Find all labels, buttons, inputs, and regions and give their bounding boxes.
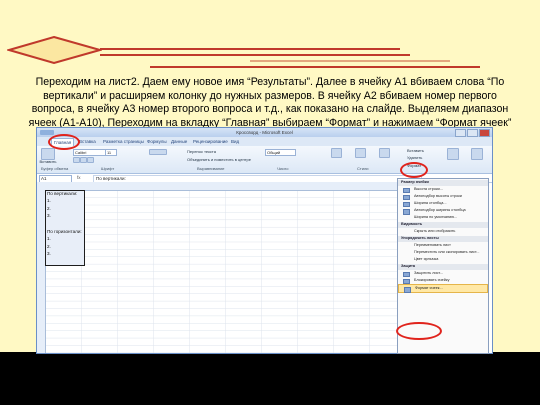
decorative-line [250, 60, 450, 62]
menu-item-default-width[interactable]: Ширина по умолчанию... [398, 214, 488, 221]
delete-button[interactable]: Удалить [407, 155, 422, 160]
paste-button[interactable]: Вставить [38, 159, 58, 164]
cell-a7[interactable]: 1. [47, 236, 51, 241]
close-icon[interactable] [479, 129, 490, 137]
window-title: Кроссворд - Microsoft Excel [236, 130, 293, 135]
align-icon[interactable] [149, 149, 167, 155]
font-name-select[interactable]: Calibri [73, 149, 106, 156]
minimize-icon[interactable] [455, 129, 466, 137]
format-cells-icon [404, 287, 411, 293]
find-select-icon[interactable] [471, 148, 483, 160]
caption-line: Переходим на лист2. Даем ему новое имя “… [35, 76, 505, 88]
cell-styles-icon[interactable] [379, 148, 390, 158]
menu-item-label: Скрыть или отобразить [414, 228, 456, 233]
maximize-icon[interactable] [467, 129, 478, 137]
cell-a1[interactable]: По вертикали: [47, 191, 77, 196]
menu-item-row-height[interactable]: Высота строки... [398, 186, 488, 194]
menu-item-autofit-row[interactable]: Автоподбор высоты строки [398, 193, 488, 201]
underline-icon[interactable] [87, 157, 94, 163]
tab-view[interactable]: Вид [229, 138, 241, 145]
menu-item-label: Автоподбор высоты строки [414, 193, 462, 198]
font-size-select[interactable]: 11 [105, 149, 117, 156]
menu-item-protect-sheet[interactable]: Защитить лист... [398, 270, 488, 278]
cell-a4[interactable]: 3. [47, 213, 51, 218]
menu-item-move-copy[interactable]: Переместить или скопировать лист... [398, 249, 488, 256]
group-label-clipboard: Буфер обмена [41, 166, 69, 171]
tab-insert[interactable]: Вставка [77, 138, 98, 145]
column-headers[interactable] [37, 182, 397, 191]
menu-item-lock-cell[interactable]: Блокировать ячейку [398, 277, 488, 285]
menu-item-label: Переименовать лист [414, 242, 451, 247]
menu-item-hide-show[interactable]: Скрыть или отобразить [398, 228, 488, 235]
cell-a6[interactable]: По горизонтали: [47, 229, 82, 234]
menu-item-label: Переместить или скопировать лист... [414, 249, 480, 254]
menu-item-label: Ширина столбца... [414, 200, 447, 205]
caption-line: вопроса, в ячейку А3 номер второго вопро… [31, 103, 509, 116]
diamond-decoration [7, 36, 102, 64]
selected-range[interactable] [45, 190, 85, 266]
group-label-number: Число [277, 166, 289, 171]
bold-icon[interactable] [73, 157, 80, 163]
cell-a9[interactable]: 3. [47, 251, 51, 256]
title-bar: Кроссворд - Microsoft Excel [37, 128, 492, 137]
highlight-home-tab [48, 134, 80, 150]
menu-item-label: Формат ячеек... [415, 286, 443, 291]
decorative-line [150, 66, 480, 68]
menu-item-label: Защитить лист... [414, 270, 443, 275]
group-label-styles: Стили [357, 166, 369, 171]
wrap-text-button[interactable]: Перенос текста [187, 149, 216, 154]
italic-icon[interactable] [80, 157, 87, 163]
group-label-font: Шрифт [101, 166, 115, 171]
tab-formulas[interactable]: Формулы [145, 138, 169, 145]
highlight-format-cells [396, 322, 442, 340]
slide-caption: Переходим на лист2. Даем ему новое имя “… [14, 76, 526, 130]
menu-item-label: Блокировать ячейку [414, 277, 450, 282]
menu-item-label: Ширина по умолчанию... [414, 215, 458, 220]
menu-item-label: Высота строки... [414, 186, 443, 191]
menu-item-tab-color[interactable]: Цвет ярлычка [398, 256, 488, 263]
insert-button[interactable]: Вставить [407, 148, 424, 153]
cell-a2[interactable]: 1. [47, 198, 51, 203]
menu-item-rename[interactable]: Переименовать лист [398, 242, 488, 249]
menu-item-autofit-col[interactable]: Автоподбор ширины столбца [398, 207, 488, 215]
tab-review[interactable]: Рецензирование [191, 138, 230, 145]
cell-a8[interactable]: 2. [47, 244, 51, 249]
menu-item-label: Автоподбор ширины столбца [414, 208, 466, 213]
decorative-line [100, 54, 410, 56]
tab-data[interactable]: Данные [169, 138, 189, 145]
caption-line: вертикали” и расширяем колонку до нужных… [43, 89, 497, 102]
spreadsheet-grid[interactable]: По вертикали: 1. 2. 3. По горизонтали: 1… [37, 182, 397, 353]
decorative-line [100, 48, 400, 50]
group-label-alignment: Выравнивание [197, 166, 225, 171]
menu-item-col-width[interactable]: Ширина столбца... [398, 200, 488, 208]
ribbon-tabs: Главная Вставка Разметка страницы Формул… [37, 137, 492, 146]
cell-a3[interactable]: 2. [47, 206, 51, 211]
menu-item-format-cells[interactable]: Формат ячеек... [398, 284, 488, 294]
cond-format-icon[interactable] [331, 148, 342, 158]
sort-filter-icon[interactable] [447, 148, 459, 160]
highlight-format-button [400, 162, 428, 178]
tab-page-layout[interactable]: Разметка страницы [101, 138, 146, 145]
number-format-select[interactable]: Общий [265, 149, 296, 156]
menu-item-label: Цвет ярлычка [414, 257, 439, 261]
fx-icon[interactable]: fx [77, 175, 81, 180]
format-table-icon[interactable] [355, 148, 366, 158]
merge-center-button[interactable]: Объединить и поместить в центре [187, 157, 251, 162]
